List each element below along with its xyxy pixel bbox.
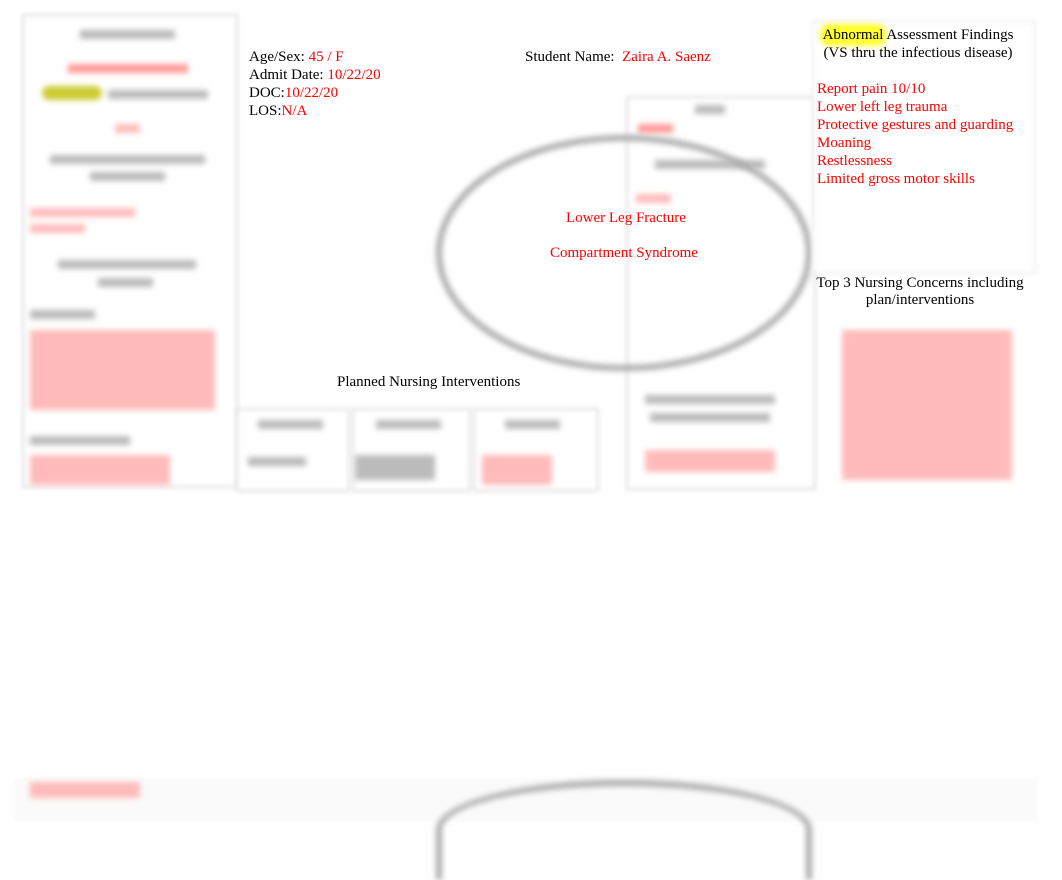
blurred-text — [30, 208, 135, 217]
blurred-heading — [90, 172, 165, 181]
blurred-text — [108, 90, 208, 99]
abnormal-findings-title: Abnormal Assessment Findings (VS thru th… — [818, 26, 1018, 62]
blurred-text — [30, 310, 95, 319]
student-name-label: Student Name: — [525, 49, 615, 65]
blurred-text — [638, 124, 673, 133]
blurred-text — [482, 455, 552, 485]
blurred-heading — [376, 420, 441, 429]
blurred-heading — [80, 30, 175, 39]
blurred-heading — [258, 420, 323, 429]
finding-item: Protective gestures and guarding — [817, 117, 1014, 133]
los-label: LOS: — [249, 103, 282, 119]
abnormal-title-rest: Assessment Findings — [886, 27, 1014, 43]
blurred-text — [30, 436, 130, 445]
blurred-text — [30, 330, 215, 410]
abnormal-subtitle: (VS thru the infectious disease) — [823, 45, 1013, 61]
blurred-text — [68, 64, 188, 73]
blurred-text — [115, 124, 140, 133]
blurred-text — [30, 455, 170, 485]
admit-date-label: Admit Date: — [249, 67, 324, 83]
abnormal-findings-list: Report pain 10/10 Lower left leg trauma … — [817, 80, 1013, 188]
age-sex-value: 45 / F — [308, 49, 344, 65]
blurred-text — [30, 224, 85, 233]
blurred-text — [645, 450, 775, 472]
patient-info: Age/Sex: 45 / F Admit Date: 10/22/20 DOC… — [249, 48, 381, 120]
blurred-heading — [58, 260, 196, 269]
los-value: N/A — [281, 103, 308, 119]
blurred-heading — [98, 278, 153, 287]
blurred-text — [30, 782, 140, 798]
finding-item: Restlessness — [817, 153, 892, 169]
doc-value: 10/22/20 — [284, 85, 339, 101]
nursing-concerns-title: Top 3 Nursing Concerns including plan/in… — [816, 275, 1024, 308]
doc-label: DOC: — [249, 85, 285, 101]
blurred-heading — [505, 420, 560, 429]
student-name: Student Name: Zaira A. Saenz — [525, 48, 711, 66]
finding-item: Lower left leg trauma — [817, 99, 948, 115]
finding-item: Moaning — [817, 135, 872, 151]
finding-item: Report pain 10/10 — [817, 81, 926, 97]
blurred-text — [355, 455, 435, 480]
planned-interventions-title: Planned Nursing Interventions — [337, 374, 521, 390]
student-name-value: Zaira A. Saenz — [622, 49, 711, 65]
blurred-heading — [650, 413, 770, 422]
diagnosis-secondary: Compartment Syndrome — [550, 245, 698, 261]
finding-item: Limited gross motor skills — [817, 171, 975, 187]
diagnosis-primary: Lower Leg Fracture — [566, 210, 686, 226]
blurred-text — [248, 457, 306, 466]
blurred-concerns-text — [842, 330, 1012, 480]
age-sex-label: Age/Sex: — [249, 49, 305, 65]
admit-date-value: 10/22/20 — [327, 67, 381, 83]
ellipse-preview — [436, 780, 812, 880]
blurred-heading — [695, 105, 725, 114]
blurred-heading — [50, 155, 205, 164]
abnormal-highlight: Abnormal — [822, 27, 884, 43]
blurred-highlight — [42, 86, 102, 100]
blurred-heading — [645, 395, 775, 404]
